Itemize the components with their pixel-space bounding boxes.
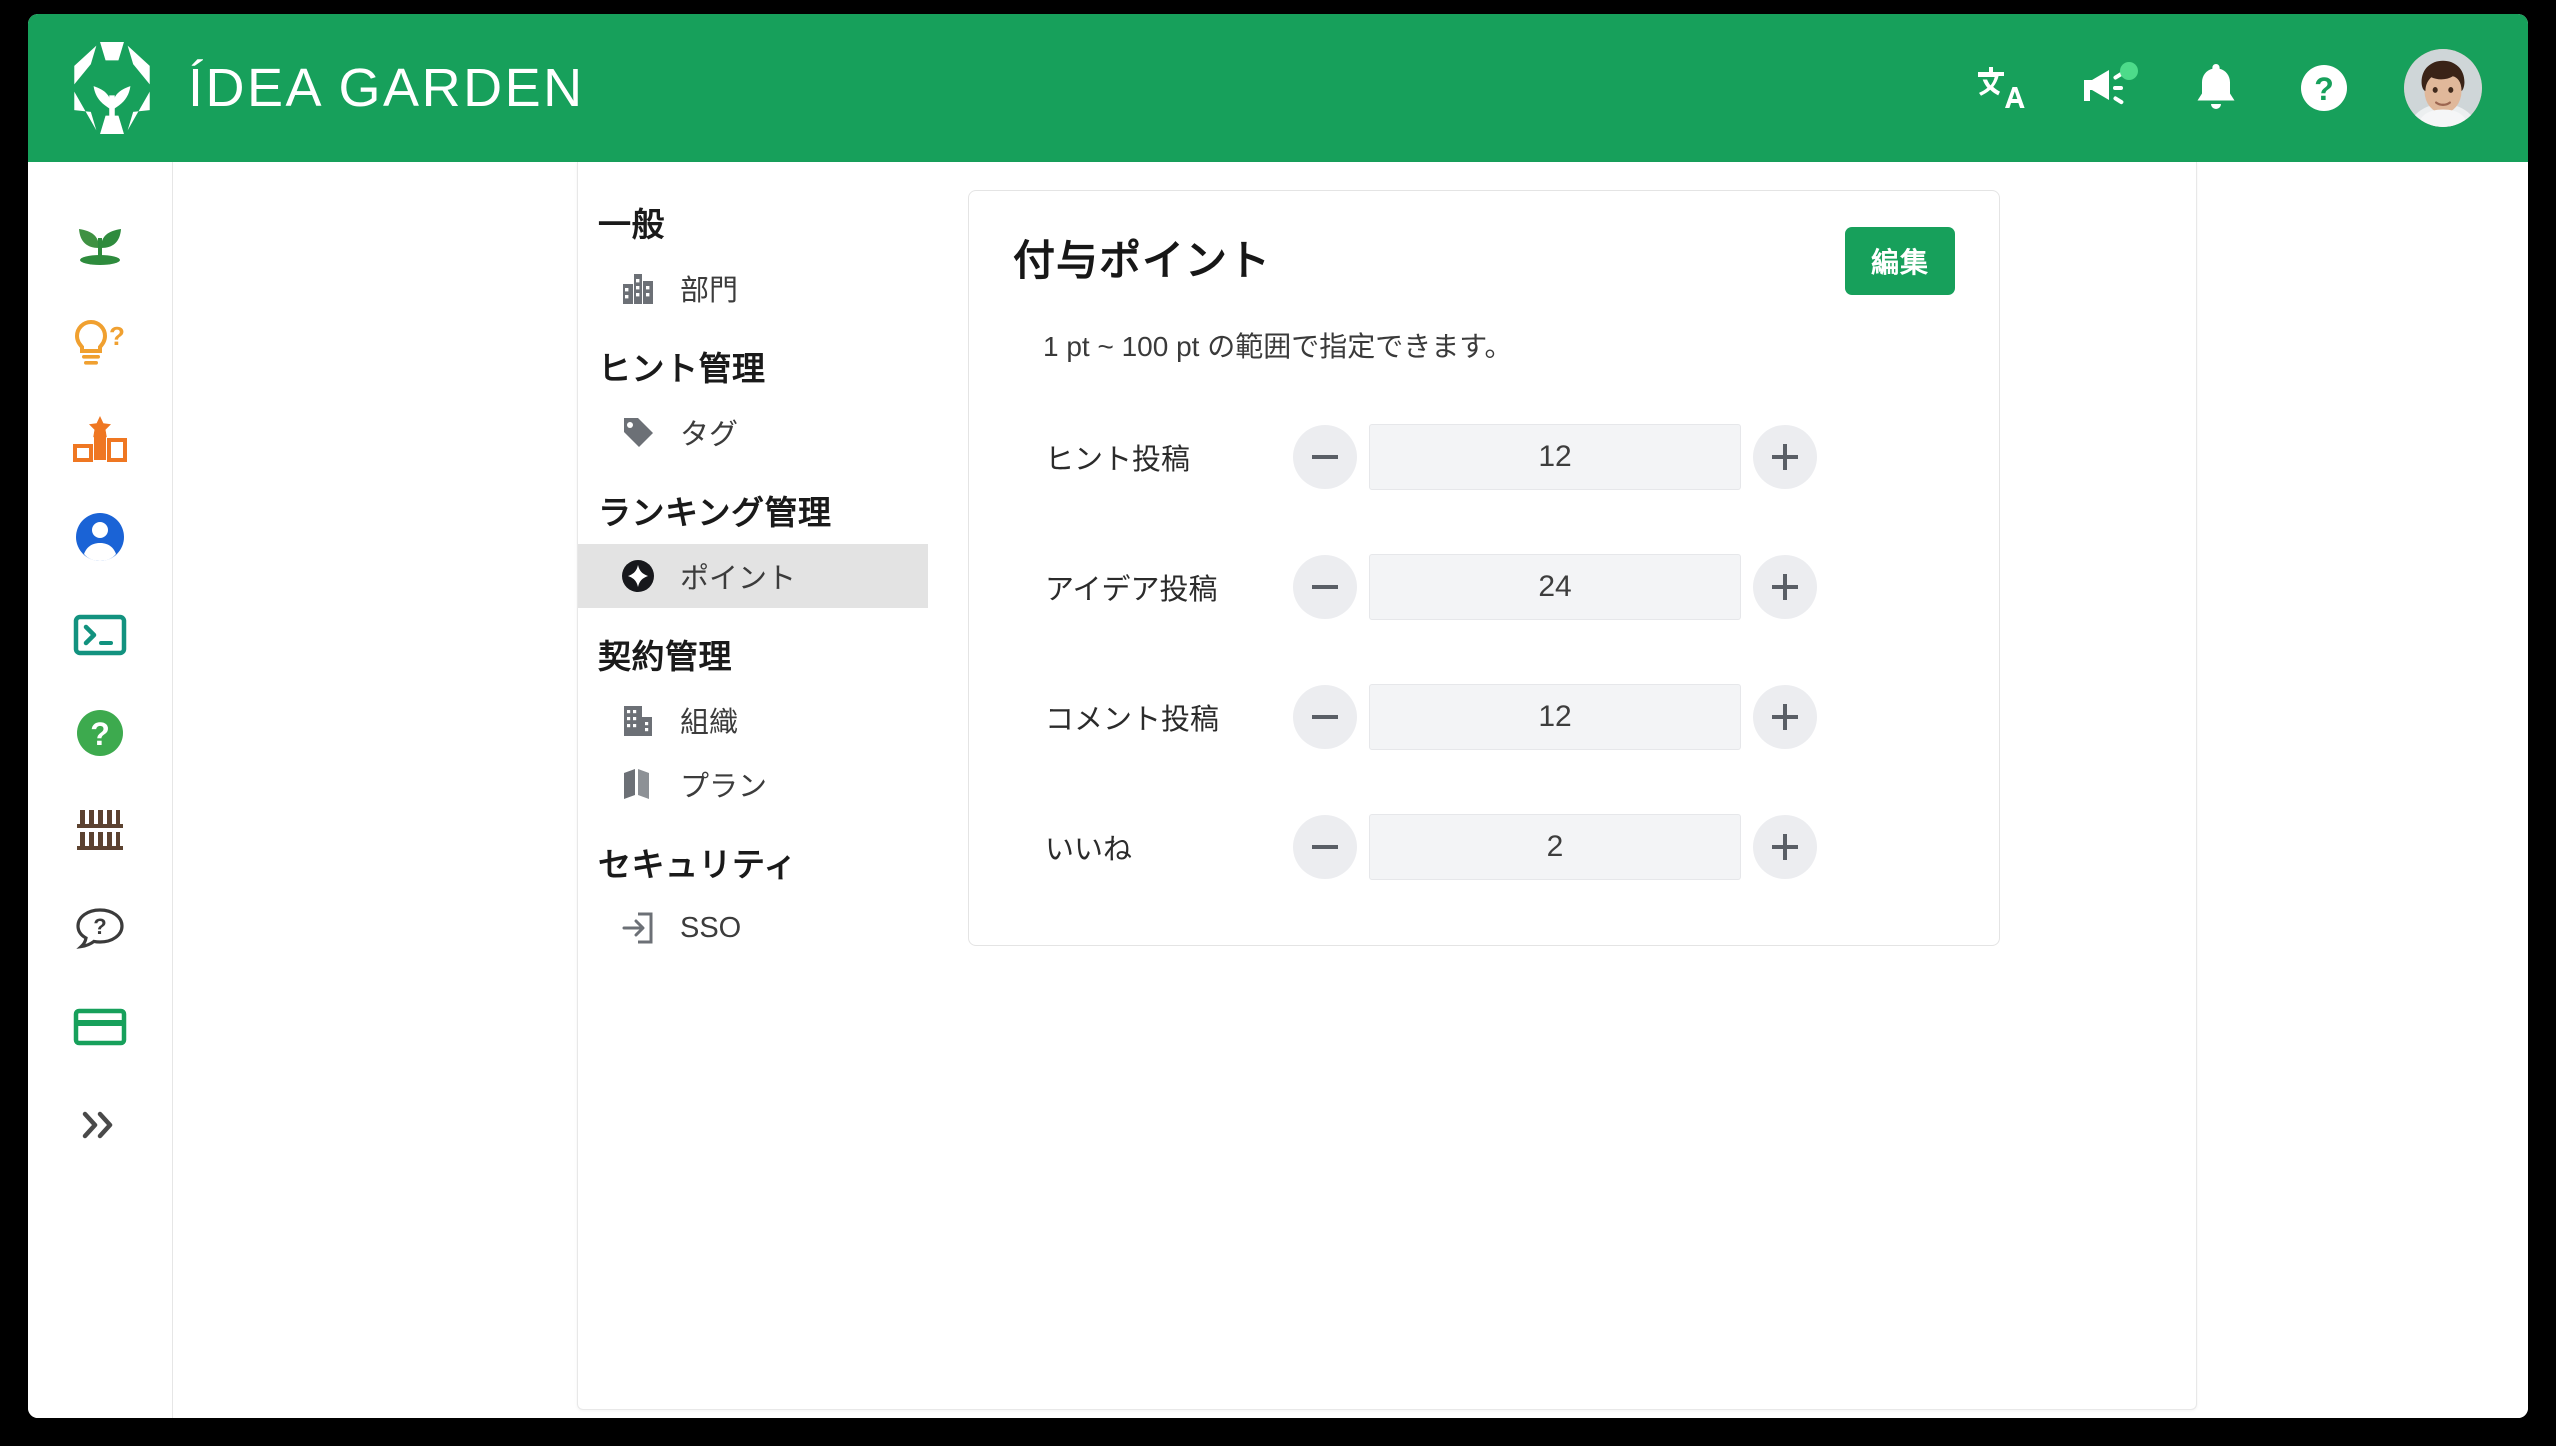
rail-item-console[interactable]	[50, 586, 150, 684]
points-row-comment-post: コメント投稿 12	[1013, 669, 1955, 765]
rail-expand-toggle[interactable]	[50, 1076, 150, 1174]
icon-rail: ? ? ?	[28, 162, 173, 1418]
main-pane: 一般 部門 ヒント管理 タグ ランキング管理 ポイント 契約管理 組織 プラン …	[173, 162, 2528, 1418]
building-icon	[618, 268, 658, 308]
svg-text:?: ?	[2314, 71, 2334, 107]
settings-panel: 一般 部門 ヒント管理 タグ ランキング管理 ポイント 契約管理 組織 プラン …	[577, 162, 2197, 1410]
rail-item-sprout[interactable]	[50, 194, 150, 292]
nav-item-tag[interactable]: タグ	[578, 400, 928, 464]
increment-button[interactable]	[1753, 685, 1817, 749]
organization-building-icon	[618, 700, 658, 740]
lightbulb-question-icon: ?	[74, 319, 125, 365]
nav-item-label: 部門	[680, 275, 739, 307]
login-arrow-icon	[618, 908, 658, 948]
nav-group-title-general: 一般	[598, 206, 665, 243]
header-actions: ?	[1972, 49, 2482, 127]
podium-star-icon	[73, 416, 127, 462]
nav-group-title-ranking: ランキング管理	[598, 494, 832, 531]
granted-points-card: 付与ポイント 編集 1 pt ~ 100 pt の範囲で指定できます。 ヒント投…	[968, 190, 2000, 946]
help-circle-icon[interactable]: ?	[2296, 60, 2352, 116]
body-area: ? ? ? 一般 部門 ヒント管理 タグ ランキング管理 ポイント 契約管理 組…	[28, 162, 2528, 1418]
rail-item-help[interactable]: ?	[50, 684, 150, 782]
map-plan-icon	[618, 764, 658, 804]
row-label: ヒント投稿	[1045, 444, 1191, 476]
rail-item-account[interactable]	[50, 488, 150, 586]
speech-bubble-question-icon: ?	[76, 908, 124, 949]
nav-item-label: ポイント	[680, 563, 797, 595]
double-chevron-right-icon	[82, 1111, 113, 1139]
decrement-button[interactable]	[1293, 425, 1357, 489]
page-title: 付与ポイント	[1013, 237, 1272, 284]
quantity-stepper: 2	[1293, 814, 1817, 880]
brand[interactable]: ÍDEA GARDEN	[66, 40, 585, 136]
quantity-stepper: 12	[1293, 684, 1817, 750]
nav-group-title-contract: 契約管理	[598, 638, 732, 675]
app-window: ÍDEA GARDEN ? ? ? ? 一般 部門 ヒント管理 タグ ランキング…	[28, 14, 2528, 1418]
tag-icon	[618, 412, 658, 452]
range-description: 1 pt ~ 100 pt の範囲で指定できます。	[1043, 331, 1513, 362]
content-column: 付与ポイント 編集 1 pt ~ 100 pt の範囲で指定できます。 ヒント投…	[928, 162, 2196, 1409]
row-label: アイデア投稿	[1045, 574, 1218, 606]
points-row-hint-post: ヒント投稿 12	[1013, 409, 1955, 505]
rail-item-billing[interactable]	[50, 978, 150, 1076]
terminal-icon	[73, 614, 127, 656]
nav-item-label: プラン	[680, 771, 768, 803]
rail-item-library[interactable]	[50, 782, 150, 880]
user-avatar[interactable]	[2404, 49, 2482, 127]
sprout-icon	[79, 229, 121, 265]
edit-button[interactable]: 編集	[1844, 227, 1955, 295]
notification-badge-dot	[2120, 62, 2138, 80]
nav-item-organization[interactable]: 組織	[578, 688, 928, 752]
nav-item-plan[interactable]: プラン	[578, 752, 928, 816]
settings-nav: 一般 部門 ヒント管理 タグ ランキング管理 ポイント 契約管理 組織 プラン …	[578, 162, 928, 1409]
row-label: コメント投稿	[1045, 704, 1220, 736]
nav-item-sso[interactable]: SSO	[578, 896, 928, 960]
increment-button[interactable]	[1753, 425, 1817, 489]
help-circle-filled-icon: ?	[77, 710, 123, 756]
points-rows: ヒント投稿 12 アイデア投稿 24 コメント投稿 12 いいね 2	[1013, 409, 1955, 895]
card-header: 付与ポイント 編集	[1013, 227, 1955, 295]
svg-text:?: ?	[90, 716, 110, 752]
quantity-stepper: 24	[1293, 554, 1817, 620]
points-input[interactable]: 24	[1369, 554, 1741, 620]
quantity-stepper: 12	[1293, 424, 1817, 490]
svg-text:?: ?	[93, 914, 106, 939]
decrement-button[interactable]	[1293, 815, 1357, 879]
svg-text:?: ?	[109, 321, 125, 351]
points-input[interactable]: 12	[1369, 424, 1741, 490]
credit-card-icon	[73, 1008, 127, 1046]
announcement-megaphone-icon[interactable]	[2080, 60, 2138, 116]
nav-item-label: タグ	[680, 419, 739, 451]
nav-group-title-security: セキュリティ	[598, 846, 798, 883]
person-circle-icon	[76, 513, 124, 561]
points-input[interactable]: 2	[1369, 814, 1741, 880]
hexagon-sprout-logo	[74, 42, 150, 134]
rail-item-faq[interactable]: ?	[50, 880, 150, 978]
nav-group-title-hint: ヒント管理	[598, 350, 766, 387]
rail-item-hints[interactable]: ?	[50, 292, 150, 390]
app-header: ÍDEA GARDEN ?	[28, 14, 2528, 162]
points-row-idea-post: アイデア投稿 24	[1013, 539, 1955, 635]
bookshelf-icon	[77, 810, 123, 850]
notifications-bell-icon[interactable]	[2188, 60, 2244, 116]
point-star-circle-icon	[618, 556, 658, 596]
translate-icon[interactable]	[1972, 60, 2028, 116]
points-row-like: いいね 2	[1013, 799, 1955, 895]
points-input[interactable]: 12	[1369, 684, 1741, 750]
increment-button[interactable]	[1753, 555, 1817, 619]
decrement-button[interactable]	[1293, 555, 1357, 619]
nav-item-label: 組織	[680, 707, 739, 739]
rail-item-ranking[interactable]	[50, 390, 150, 488]
increment-button[interactable]	[1753, 815, 1817, 879]
row-label: いいね	[1045, 834, 1133, 866]
nav-item-label: SSO	[680, 911, 742, 944]
brand-title: ÍDEA GARDEN	[188, 58, 585, 118]
nav-item-point[interactable]: ポイント	[578, 544, 928, 608]
decrement-button[interactable]	[1293, 685, 1357, 749]
nav-item-department[interactable]: 部門	[578, 256, 928, 320]
